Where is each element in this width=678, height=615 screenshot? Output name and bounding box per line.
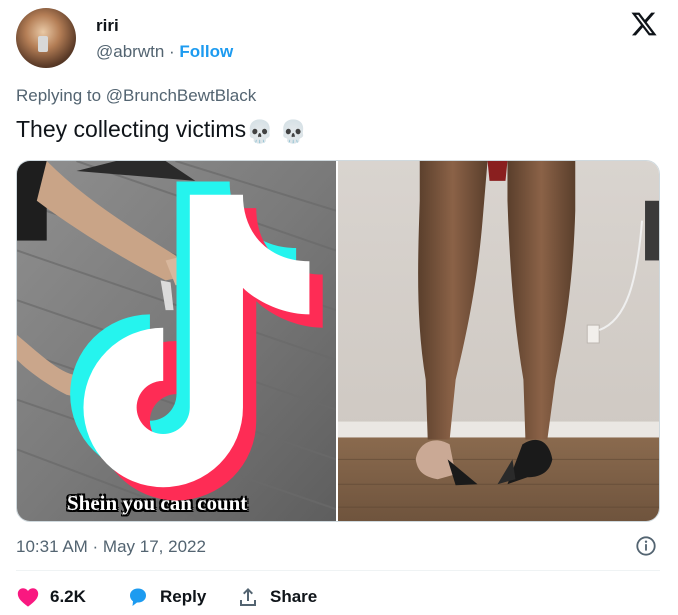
x-logo-icon[interactable]	[630, 10, 658, 38]
action-bar: 6.2K Reply Share	[16, 584, 660, 610]
avatar[interactable]	[16, 8, 76, 68]
divider	[16, 570, 660, 571]
handle-separator: ·	[164, 42, 180, 61]
like-button[interactable]: 6.2K	[16, 584, 86, 610]
tweet-header: riri @abrwtn · Follow	[16, 8, 664, 70]
avatar-phone	[38, 36, 48, 52]
replying-to[interactable]: Replying to @BrunchBewtBlack	[16, 86, 256, 106]
tiktok-icon	[70, 181, 323, 501]
info-icon[interactable]	[635, 535, 657, 557]
handle[interactable]: @abrwtn	[96, 42, 164, 61]
handle-line: @abrwtn · Follow	[96, 42, 233, 62]
reply-button[interactable]: Reply	[126, 584, 206, 610]
tweet-text: They collecting victims💀 💀	[16, 116, 307, 145]
skull-emoji: 💀 💀	[246, 119, 307, 144]
heart-icon	[17, 588, 39, 607]
share-icon	[240, 588, 256, 606]
media-grid: Shein you can count	[16, 160, 660, 522]
share-label: Share	[270, 587, 318, 606]
share-button[interactable]: Share	[236, 584, 317, 610]
media-image-right[interactable]	[338, 161, 659, 521]
timestamp[interactable]: 10:31 AM · May 17, 2022	[16, 537, 206, 557]
media-image-left[interactable]: Shein you can count	[17, 161, 338, 521]
display-name[interactable]: riri	[96, 16, 119, 36]
like-count: 6.2K	[50, 587, 86, 606]
reply-bubble-icon	[130, 588, 146, 606]
tweet-body: They collecting victims	[16, 116, 247, 142]
legs-heels-photo	[338, 161, 659, 521]
reply-label: Reply	[160, 587, 207, 606]
follow-button[interactable]: Follow	[179, 42, 233, 61]
